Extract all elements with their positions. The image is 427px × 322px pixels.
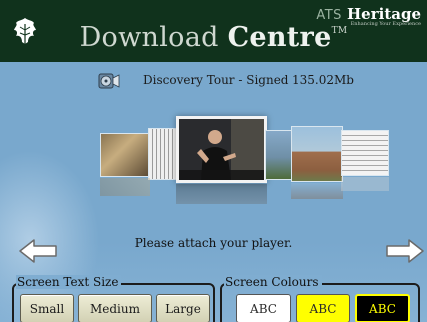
next-arrow-icon[interactable] xyxy=(385,238,425,264)
tour-thumbnail[interactable] xyxy=(148,128,178,180)
colour-scheme-white-button[interactable]: ABC xyxy=(236,294,291,322)
text-size-large-button[interactable]: Large xyxy=(156,294,210,322)
attach-player-prompt: Please attach your player. xyxy=(134,236,293,250)
tour-thumbnail[interactable] xyxy=(100,133,150,177)
ats-heritage-logo: ATS Heritage Enhancing Your Experience xyxy=(316,4,421,27)
tour-thumbnail[interactable] xyxy=(265,130,293,180)
track-size: 135.02Mb xyxy=(292,73,354,87)
carousel-reflection xyxy=(291,183,343,199)
text-size-group: Screen Text Size Small Medium Large xyxy=(12,275,215,322)
colour-scheme-yellow-button[interactable]: ABC xyxy=(296,294,350,322)
tour-thumbnail-selected[interactable] xyxy=(176,116,267,183)
disc-audio-icon xyxy=(98,73,120,89)
tour-thumbnail[interactable] xyxy=(291,126,343,182)
logo-ats-text: ATS xyxy=(316,8,342,23)
text-size-small-button[interactable]: Small xyxy=(20,294,74,322)
screen-colours-legend: Screen Colours xyxy=(224,275,322,289)
carousel-reflection xyxy=(100,178,150,196)
tour-thumbnail[interactable] xyxy=(341,130,389,176)
screen-colours-group: Screen Colours ABC ABC ABC xyxy=(220,275,420,322)
tour-carousel[interactable] xyxy=(0,108,427,208)
track-name: Discovery Tour - Signed xyxy=(143,73,289,87)
header-bar: Download CentreTM ATS Heritage Enhancing… xyxy=(0,0,427,62)
previous-arrow-icon[interactable] xyxy=(18,238,58,264)
carousel-reflection xyxy=(176,184,267,204)
colour-scheme-black-button[interactable]: ABC xyxy=(355,294,410,322)
selected-track: Discovery Tour - Signed 135.02Mb xyxy=(0,72,427,90)
download-centre-screen: Download CentreTM ATS Heritage Enhancing… xyxy=(0,0,427,322)
video-caption-bar xyxy=(179,170,264,180)
carousel-reflection xyxy=(341,177,389,191)
text-size-legend: Screen Text Size xyxy=(16,275,122,289)
text-size-medium-button[interactable]: Medium xyxy=(78,294,152,322)
